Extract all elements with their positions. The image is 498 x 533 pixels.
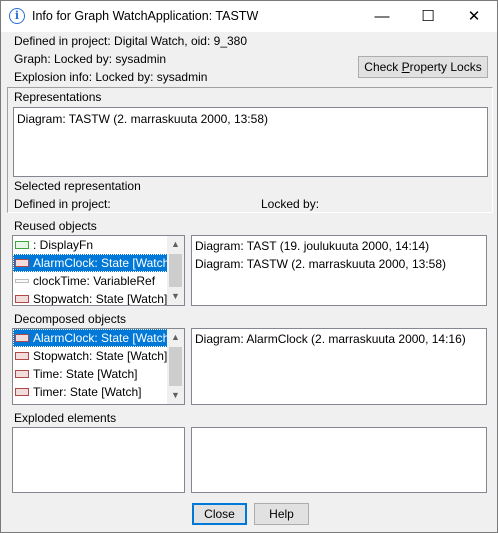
check-property-locks-button[interactable]: Check Property Locks <box>358 56 488 78</box>
exploded-elements-heading: Exploded elements <box>14 411 117 425</box>
red-rect-icon <box>15 259 29 267</box>
representations-list[interactable]: Diagram: TASTW (2. marraskuuta 2000, 13:… <box>13 107 488 177</box>
diagram-item[interactable]: Diagram: AlarmClock (2. marraskuuta 2000… <box>192 330 486 348</box>
maximize-button[interactable]: ☐ <box>405 1 451 32</box>
red-rect-icon <box>15 388 29 396</box>
minimize-button[interactable]: — <box>359 1 405 32</box>
help-button[interactable]: Help <box>254 503 309 525</box>
list-item[interactable]: Stopwatch: State [Watch] <box>13 290 168 306</box>
list-item[interactable]: Time: State [Watch] <box>13 365 168 383</box>
check-locks-label-end: roperty Locks <box>409 60 482 74</box>
representation-item[interactable]: Diagram: TASTW (2. marraskuuta 2000, 13:… <box>14 110 487 128</box>
exploded-diagrams-list[interactable] <box>191 427 487 493</box>
scroll-down-icon[interactable]: ▼ <box>167 288 184 305</box>
selected-representation-heading: Selected representation <box>14 179 141 193</box>
reused-objects-heading: Reused objects <box>14 219 97 233</box>
list-item-label: Timer: State [Watch] <box>33 385 142 399</box>
selected-defined-in-project: Defined in project: <box>14 197 111 211</box>
diagram-item[interactable]: Diagram: TASTW (2. marraskuuta 2000, 13:… <box>192 255 486 273</box>
decomposed-scrollbar[interactable]: ▲ ▼ <box>167 329 184 404</box>
list-item-label: Stopwatch: State [Watch] <box>33 349 168 363</box>
title-bar[interactable]: i Info for Graph WatchApplication: TASTW… <box>1 1 497 32</box>
list-item[interactable]: AlarmClock: State [Watch] <box>13 254 168 272</box>
exploded-elements-list[interactable] <box>12 427 185 493</box>
close-button[interactable]: Close <box>192 503 247 525</box>
reused-diagrams-list[interactable]: Diagram: TAST (19. joulukuuta 2000, 14:1… <box>191 235 487 306</box>
red-rect-icon <box>15 334 29 342</box>
green-rect-icon <box>15 241 29 249</box>
red-rect-icon <box>15 352 29 360</box>
defined-in-project-info: Defined in project: Digital Watch, oid: … <box>14 34 248 48</box>
list-item-label: Stopwatch: State [Watch] <box>33 292 168 306</box>
info-dialog: i Info for Graph WatchApplication: TASTW… <box>0 0 498 533</box>
list-item[interactable]: Timer: State [Watch] <box>13 383 168 401</box>
list-item[interactable]: : DisplayFn <box>13 236 168 254</box>
graph-lock-info: Graph: Locked by: sysadmin <box>14 52 167 66</box>
list-item-label: AlarmClock: State [Watch] <box>33 256 168 270</box>
check-locks-label-start: Check <box>364 60 402 74</box>
diagram-item[interactable]: Diagram: TAST (19. joulukuuta 2000, 14:1… <box>192 237 486 255</box>
representations-panel: Representations Diagram: TASTW (2. marra… <box>7 87 493 213</box>
red-rect-icon <box>15 370 29 378</box>
selected-locked-by: Locked by: <box>261 197 320 211</box>
decomposed-objects-heading: Decomposed objects <box>14 312 127 326</box>
decomposed-objects-list[interactable]: AlarmClock: State [Watch] Stopwatch: Sta… <box>12 328 185 405</box>
scroll-down-icon[interactable]: ▼ <box>167 387 184 404</box>
list-item[interactable]: clockTime: VariableRef <box>13 272 168 290</box>
reused-objects-list[interactable]: : DisplayFn AlarmClock: State [Watch] cl… <box>12 235 185 306</box>
list-item[interactable]: Stopwatch: State [Watch] <box>13 347 168 365</box>
reused-scrollbar[interactable]: ▲ ▼ <box>167 236 184 305</box>
scroll-thumb[interactable] <box>169 347 182 386</box>
list-item[interactable]: AlarmClock: State [Watch] <box>13 329 168 347</box>
scroll-thumb[interactable] <box>169 254 182 287</box>
scroll-up-icon[interactable]: ▲ <box>167 236 184 253</box>
gray-line-icon <box>15 279 29 283</box>
list-item-label: clockTime: VariableRef <box>33 274 156 288</box>
list-item-label: : DisplayFn <box>33 238 94 252</box>
red-rect-icon <box>15 295 29 303</box>
scroll-up-icon[interactable]: ▲ <box>167 329 184 346</box>
representations-heading: Representations <box>14 90 102 104</box>
list-item-label: AlarmClock: State [Watch] <box>33 331 168 345</box>
explosion-info: Explosion info: Locked by: sysadmin <box>14 70 208 84</box>
list-item-label: Time: State [Watch] <box>33 367 138 381</box>
check-locks-mnemonic: P <box>401 60 410 74</box>
decomposed-diagrams-list[interactable]: Diagram: AlarmClock (2. marraskuuta 2000… <box>191 328 487 405</box>
info-icon: i <box>9 8 25 24</box>
close-window-button[interactable]: ✕ <box>451 1 497 32</box>
window-title: Info for Graph WatchApplication: TASTW <box>32 9 259 23</box>
